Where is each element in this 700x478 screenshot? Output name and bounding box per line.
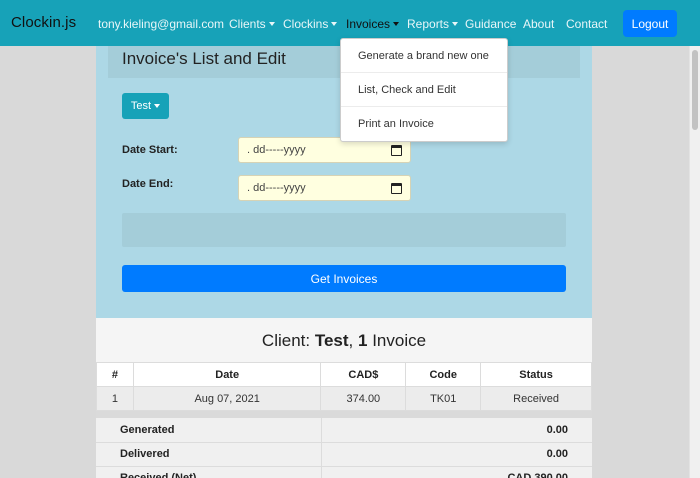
invoice-table: # Date CAD$ Code Status 1 Aug 07, 2021 3…	[96, 362, 592, 411]
date-start-value: . dd-----yyyy	[247, 144, 306, 156]
summary-row: Generated 0.00	[96, 418, 592, 443]
client-heading-suffix: Invoice	[372, 331, 427, 350]
get-invoices-button[interactable]: Get Invoices	[122, 265, 566, 292]
column-header: Code	[405, 362, 482, 387]
column-header: Status	[480, 362, 592, 387]
nav-invoices-label: Invoices	[346, 17, 391, 31]
nav-clients-dropdown[interactable]: Clients	[229, 17, 275, 31]
client-heading-prefix: Client:	[261, 331, 311, 350]
column-header: #	[96, 362, 134, 387]
table-cell: Aug 07, 2021	[132, 386, 322, 411]
nav-contact[interactable]: Contact	[566, 17, 607, 31]
summary-label: Generated	[96, 418, 322, 443]
nav-invoices-dropdown[interactable]: Invoices	[346, 17, 400, 31]
summary-row: Delivered 0.00	[96, 442, 592, 467]
date-end-input[interactable]: . dd-----yyyy	[238, 175, 411, 201]
nav-about[interactable]: About	[523, 17, 554, 31]
summary-table: Generated 0.00 Delivered 0.00 Received (…	[96, 418, 592, 478]
nav-guidance[interactable]: Guidance	[465, 17, 516, 31]
message-box	[122, 213, 566, 247]
table-header-row: # Date CAD$ Code Status	[96, 362, 592, 387]
summary-label: Delivered	[96, 442, 322, 467]
menu-item-list-invoices[interactable]: List, Check and Edit	[341, 73, 507, 107]
brand-logo[interactable]: Clockin.js	[11, 14, 76, 31]
calendar-icon[interactable]	[391, 183, 402, 194]
menu-item-generate-invoice[interactable]: Generate a brand new one	[341, 39, 507, 73]
table-row[interactable]: 1 Aug 07, 2021 374.00 TK01 Received	[96, 386, 592, 411]
chevron-down-icon	[452, 22, 459, 26]
client-select-button[interactable]: Test	[122, 93, 169, 119]
calendar-icon[interactable]	[391, 145, 402, 156]
scrollbar-thumb[interactable]	[692, 50, 698, 130]
table-cell: 374.00	[320, 386, 407, 411]
client-select-label: Test	[130, 100, 152, 112]
table-cell: TK01	[405, 386, 482, 411]
page-title: Invoice's List and Edit	[122, 49, 286, 68]
client-name: Test	[314, 331, 349, 350]
invoice-count: 1	[358, 331, 368, 350]
table-cell: 1	[96, 386, 134, 411]
nav-clockins-dropdown[interactable]: Clockins	[283, 17, 338, 31]
divider	[96, 411, 592, 418]
nav-reports-dropdown[interactable]: Reports	[407, 17, 459, 31]
summary-value: 0.00	[321, 442, 592, 467]
date-end-value: . dd-----yyyy	[247, 182, 306, 194]
table-cell: Received	[480, 386, 592, 411]
chevron-down-icon	[268, 22, 275, 26]
date-start-label: Date Start:	[122, 144, 178, 156]
invoices-dropdown-menu: Generate a brand new one List, Check and…	[340, 38, 508, 142]
chevron-down-icon	[393, 22, 400, 26]
date-end-label: Date End:	[122, 178, 174, 190]
summary-value: CAD 390.00	[321, 466, 592, 478]
logout-button[interactable]: Logout	[623, 10, 677, 37]
chevron-down-icon	[331, 22, 338, 26]
vertical-scrollbar[interactable]	[689, 46, 700, 478]
summary-label: Received (Net)	[96, 466, 322, 478]
client-heading: Client: Test, 1 Invoice	[261, 331, 427, 350]
nav-reports-label: Reports	[407, 17, 450, 31]
menu-item-print-invoice[interactable]: Print an Invoice	[341, 107, 507, 141]
summary-row: Received (Net) CAD 390.00	[96, 466, 592, 478]
column-header: CAD$	[320, 362, 407, 387]
summary-value: 0.00	[321, 418, 592, 443]
chevron-down-icon	[154, 104, 161, 108]
nav-clients-label: Clients	[229, 17, 266, 31]
column-header: Date	[132, 362, 322, 387]
nav-clockins-label: Clockins	[283, 17, 329, 31]
client-invoices-section: Client: Test, 1 Invoice # Date CAD$ Code…	[96, 318, 592, 478]
nav-user-email[interactable]: tony.kieling@gmail.com	[98, 17, 224, 31]
